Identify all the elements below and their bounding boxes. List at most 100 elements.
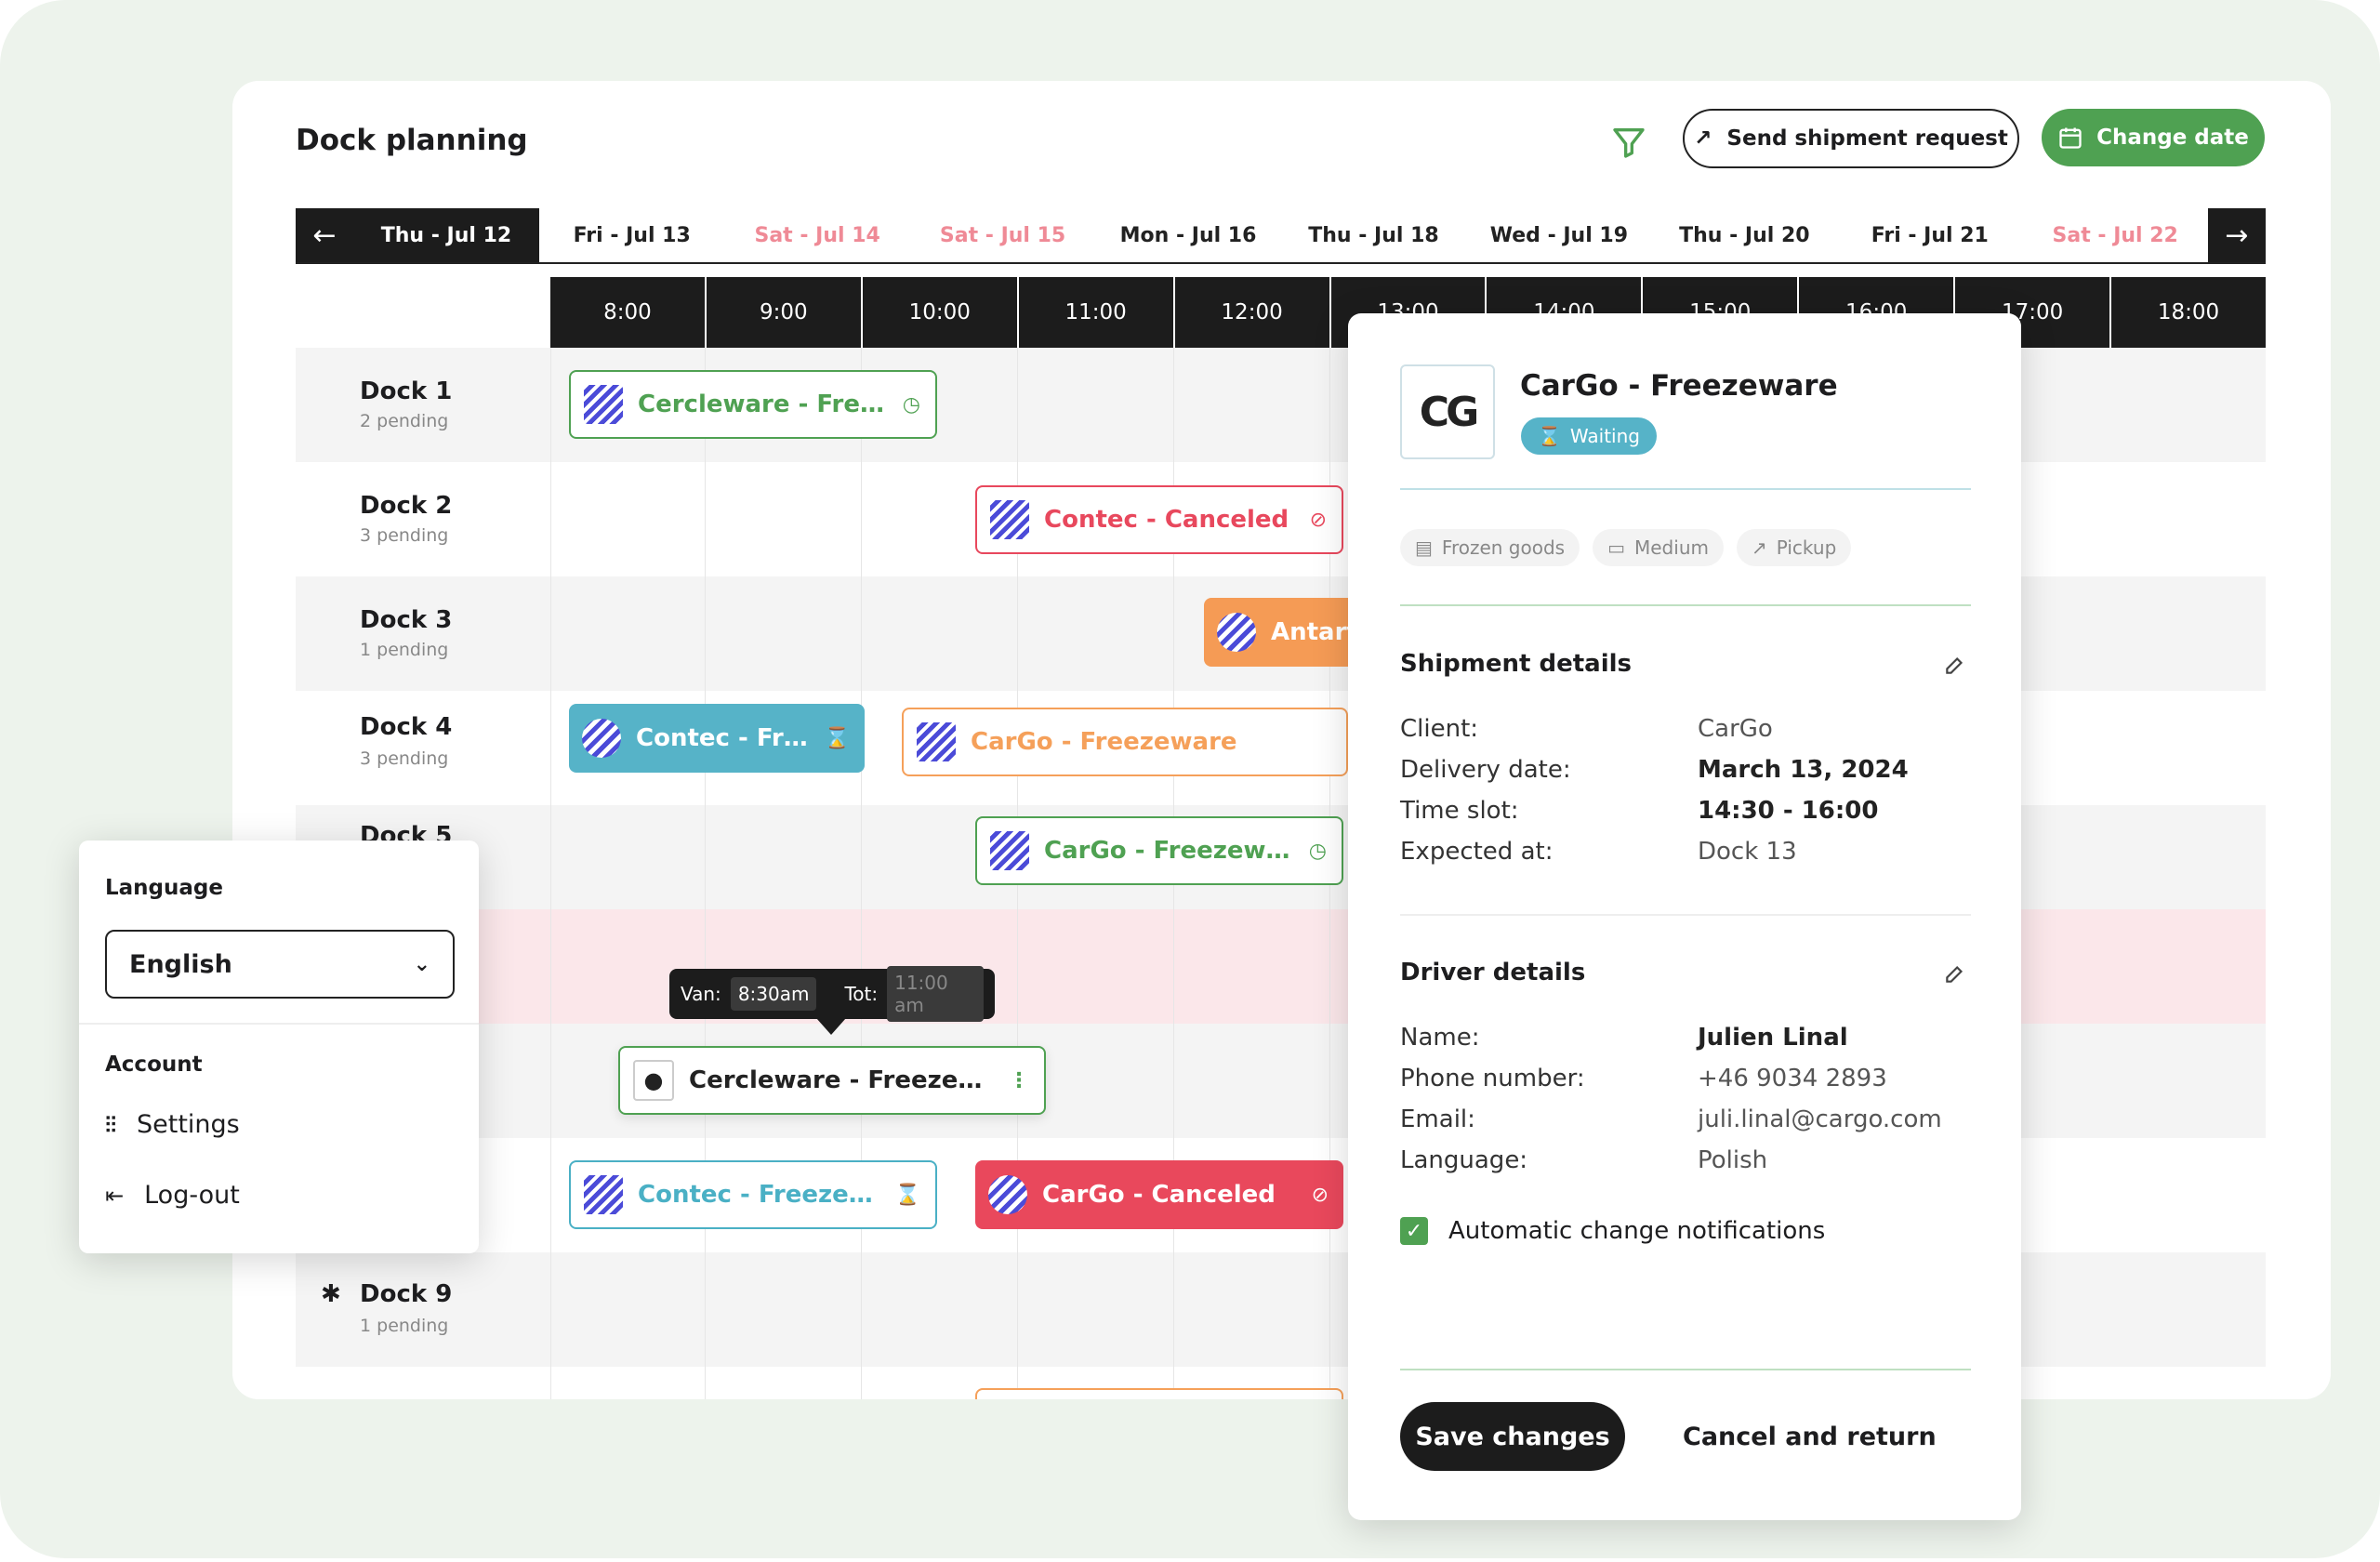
tag-chip: ▤ Frozen goods xyxy=(1400,529,1580,566)
company-logo-icon xyxy=(917,722,956,761)
booking-block[interactable]: CarGo - Freezeware ◷ xyxy=(975,816,1343,885)
date-tab[interactable]: Wed - Jul 19 xyxy=(1466,208,1651,262)
status-label: Waiting xyxy=(1569,425,1640,447)
canceled-icon: ⊘ xyxy=(1309,508,1327,532)
date-tab[interactable]: Sat - Jul 22 xyxy=(2023,208,2208,262)
edit-icon[interactable] xyxy=(1943,961,1967,986)
detail-key: Client: xyxy=(1400,715,1479,743)
booking-label: Contec - Freez... xyxy=(636,724,810,752)
company-logo-icon: ● xyxy=(633,1060,674,1101)
hourglass-icon: ⌛ xyxy=(824,726,850,750)
tag-label: Medium xyxy=(1634,536,1709,559)
change-date-button[interactable]: Change date xyxy=(2042,109,2265,166)
clock-icon: ◷ xyxy=(902,392,920,417)
van-time-value: 8:30am xyxy=(730,977,817,1011)
company-logo-icon xyxy=(584,1175,623,1214)
clock-icon: ◷ xyxy=(1308,839,1327,863)
date-tab[interactable]: Mon - Jul 16 xyxy=(1095,208,1280,262)
tag-label: Pickup xyxy=(1776,536,1837,559)
dock-pending: 3 pending xyxy=(360,748,449,769)
tot-label: Tot: xyxy=(844,983,879,1005)
date-tab[interactable]: Fri - Jul 13 xyxy=(539,208,724,262)
time-slot-header: 12:00 xyxy=(1175,277,1331,348)
company-logo-icon xyxy=(1217,613,1256,652)
time-slot-header: 11:00 xyxy=(1019,277,1175,348)
date-tab[interactable]: Sat - Jul 14 xyxy=(724,208,909,262)
booking-block[interactable]: CarGo - Canceled ⊘ xyxy=(975,1160,1343,1229)
time-slot-header: 8:00 xyxy=(550,277,707,348)
change-date-label: Change date xyxy=(2096,126,2249,150)
booking-block[interactable]: CarGo - Freezeware xyxy=(902,708,1348,776)
time-slot-header: 10:00 xyxy=(863,277,1019,348)
shipment-details-heading: Shipment details xyxy=(1400,650,1632,678)
booking-block[interactable]: Contec - Freezeware ⌛ xyxy=(569,1160,937,1229)
send-shipment-label: Send shipment request xyxy=(1726,126,2008,151)
detail-key: Phone number: xyxy=(1400,1065,1585,1092)
date-tab[interactable]: Fri - Jul 21 xyxy=(1837,208,2022,262)
driver-details-heading: Driver details xyxy=(1400,959,1586,986)
detail-value: 14:30 - 16:00 xyxy=(1698,797,1879,825)
company-logo-icon xyxy=(582,719,621,758)
booking-block-selected[interactable]: ● Cercleware - Freezeware ⋮ xyxy=(618,1046,1046,1115)
user-menu: Language English ⌄ Account ⫶⫶ Settings ⇤… xyxy=(79,841,479,1253)
tooltip-pointer xyxy=(816,1018,846,1035)
company-logo-icon xyxy=(584,385,623,424)
previous-date-button[interactable]: ← xyxy=(296,208,353,262)
detail-value: Julien Linal xyxy=(1698,1024,1848,1052)
booking-label: Cercleware - Freeze... xyxy=(638,390,888,418)
dock-name: Dock 9 xyxy=(360,1280,453,1308)
grid-line xyxy=(705,348,706,1399)
canceled-icon: ⊘ xyxy=(1311,1183,1329,1207)
booking-label: CarGo - Canceled xyxy=(1042,1181,1276,1209)
date-tab[interactable]: Sat - Jul 15 xyxy=(910,208,1095,262)
filter-icon[interactable] xyxy=(1610,124,1647,161)
language-label: Language xyxy=(105,876,223,900)
date-tab[interactable]: Thu - Jul 20 xyxy=(1652,208,1837,262)
edit-icon[interactable] xyxy=(1943,653,1967,677)
booking-label: Contec - Freezeware xyxy=(638,1181,880,1209)
divider xyxy=(1400,488,1971,490)
settings-label: Settings xyxy=(137,1110,240,1139)
detail-key: Email: xyxy=(1400,1105,1475,1133)
booking-label: CarGo - Freezeware xyxy=(971,728,1237,756)
send-shipment-request-button[interactable]: ↗ Send shipment request xyxy=(1683,109,2019,168)
more-options-icon[interactable]: ⋮ xyxy=(1009,1069,1029,1092)
logout-menu-item[interactable]: ⇤ Log-out xyxy=(105,1181,240,1210)
arrow-right-icon: → xyxy=(2225,218,2249,252)
booking-block[interactable]: Contec - Canceled ⊘ xyxy=(975,485,1343,554)
language-value: English xyxy=(129,949,232,979)
settings-menu-item[interactable]: ⫶⫶ Settings xyxy=(105,1110,240,1139)
company-logo-icon xyxy=(990,500,1029,539)
next-date-button[interactable]: → xyxy=(2207,208,2266,262)
detail-key: Language: xyxy=(1400,1146,1528,1174)
notification-label: Automatic change notifications xyxy=(1448,1217,1826,1245)
booking-block[interactable]: Contec - Freez... ⌛ xyxy=(569,704,865,773)
time-slot-header: 18:00 xyxy=(2157,300,2220,324)
detail-value: Dock 13 xyxy=(1698,838,1797,866)
box-icon: ▭ xyxy=(1607,536,1625,559)
dock-name: Dock 3 xyxy=(360,606,453,634)
dock-name: Dock 2 xyxy=(360,492,453,520)
detail-key: Delivery date: xyxy=(1400,756,1571,784)
cancel-return-button[interactable]: Cancel and return xyxy=(1683,1402,1937,1471)
page-title: Dock planning xyxy=(296,124,528,157)
hourglass-icon: ⌛ xyxy=(894,1183,920,1207)
star-icon: ✱ xyxy=(321,1280,341,1308)
booking-label: Cercleware - Freezeware xyxy=(689,1066,994,1094)
logout-label: Log-out xyxy=(144,1181,240,1210)
dock-name: Dock 1 xyxy=(360,377,453,405)
date-tab[interactable]: Thu - Jul 12 xyxy=(353,208,539,262)
booking-block[interactable]: Cercleware - Freeze... ◷ xyxy=(569,370,937,439)
calendar-icon xyxy=(2059,127,2082,149)
detail-value: juli.linal@cargo.com xyxy=(1698,1105,1942,1133)
booking-block[interactable] xyxy=(975,1388,1343,1399)
tot-time-value: 11:00 am xyxy=(887,966,984,1022)
save-changes-button[interactable]: Save changes xyxy=(1400,1402,1625,1471)
detail-value: CarGo xyxy=(1698,715,1773,743)
arrow-left-icon: ← xyxy=(312,218,337,252)
language-select[interactable]: English ⌄ xyxy=(105,930,455,999)
dock-pending: 1 pending xyxy=(360,640,449,660)
date-tab[interactable]: Thu - Jul 18 xyxy=(1281,208,1466,262)
divider xyxy=(79,1023,479,1025)
notification-checkbox[interactable]: ✓ Automatic change notifications xyxy=(1400,1217,1825,1245)
